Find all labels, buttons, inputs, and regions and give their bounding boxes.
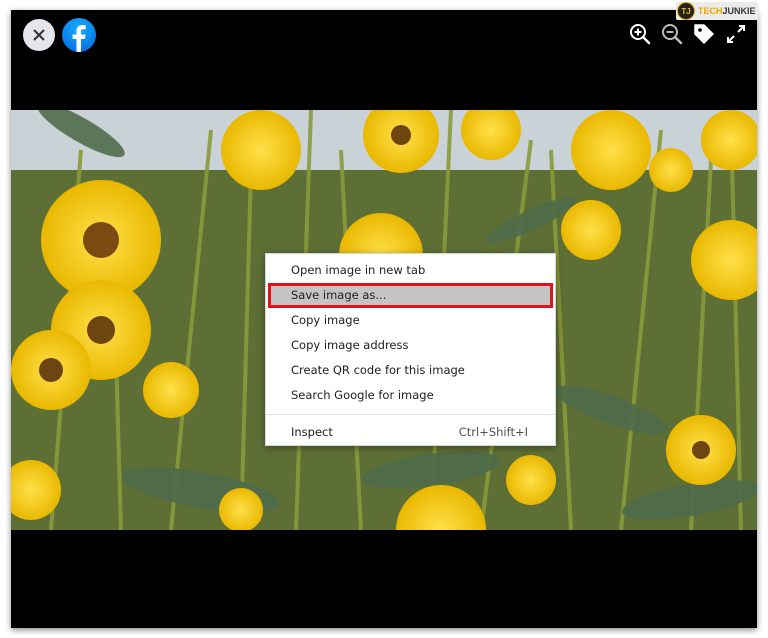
zoom-out-icon: [662, 24, 683, 45]
menu-item-label: Copy image address: [291, 338, 409, 352]
zoom-in-icon: [630, 24, 651, 45]
menu-item-label: Create QR code for this image: [291, 363, 465, 377]
close-icon: [33, 29, 45, 41]
watermark-tech-text: TECH: [698, 6, 723, 16]
menu-item-label: Copy image: [291, 313, 360, 327]
menu-item-shortcut: Ctrl+Shift+I: [458, 425, 528, 439]
menu-item-open-image-new-tab[interactable]: Open image in new tab: [266, 258, 555, 283]
menu-item-create-qr-code[interactable]: Create QR code for this image: [266, 358, 555, 383]
menu-item-label: Inspect: [291, 425, 333, 439]
menu-item-label: Search Google for image: [291, 388, 434, 402]
menu-item-search-google-for-image[interactable]: Search Google for image: [266, 383, 555, 408]
techjunkie-watermark: TJ TECH JUNKIE: [676, 2, 758, 20]
expand-icon: [727, 25, 745, 43]
menu-item-copy-image[interactable]: Copy image: [266, 308, 555, 333]
menu-item-copy-image-address[interactable]: Copy image address: [266, 333, 555, 358]
fullscreen-button[interactable]: [725, 23, 747, 45]
techjunkie-logo-icon: TJ: [677, 2, 695, 20]
menu-item-inspect[interactable]: Inspect Ctrl+Shift+I: [266, 420, 555, 445]
context-menu: Open image in new tab Save image as... C…: [265, 253, 556, 446]
zoom-in-button[interactable]: [629, 23, 651, 45]
watermark-junkie-text: JUNKIE: [722, 6, 756, 16]
menu-item-label: Save image as...: [291, 288, 387, 302]
tag-button[interactable]: [693, 23, 715, 45]
viewer-toolbar: [629, 23, 747, 45]
tag-icon: [694, 24, 714, 44]
menu-separator: [266, 414, 555, 415]
facebook-logo[interactable]: [62, 18, 96, 52]
close-button[interactable]: [23, 19, 55, 51]
facebook-logo-icon: [72, 25, 86, 52]
zoom-out-button[interactable]: [661, 23, 683, 45]
menu-item-label: Open image in new tab: [291, 263, 426, 277]
menu-item-save-image-as[interactable]: Save image as...: [268, 283, 553, 308]
